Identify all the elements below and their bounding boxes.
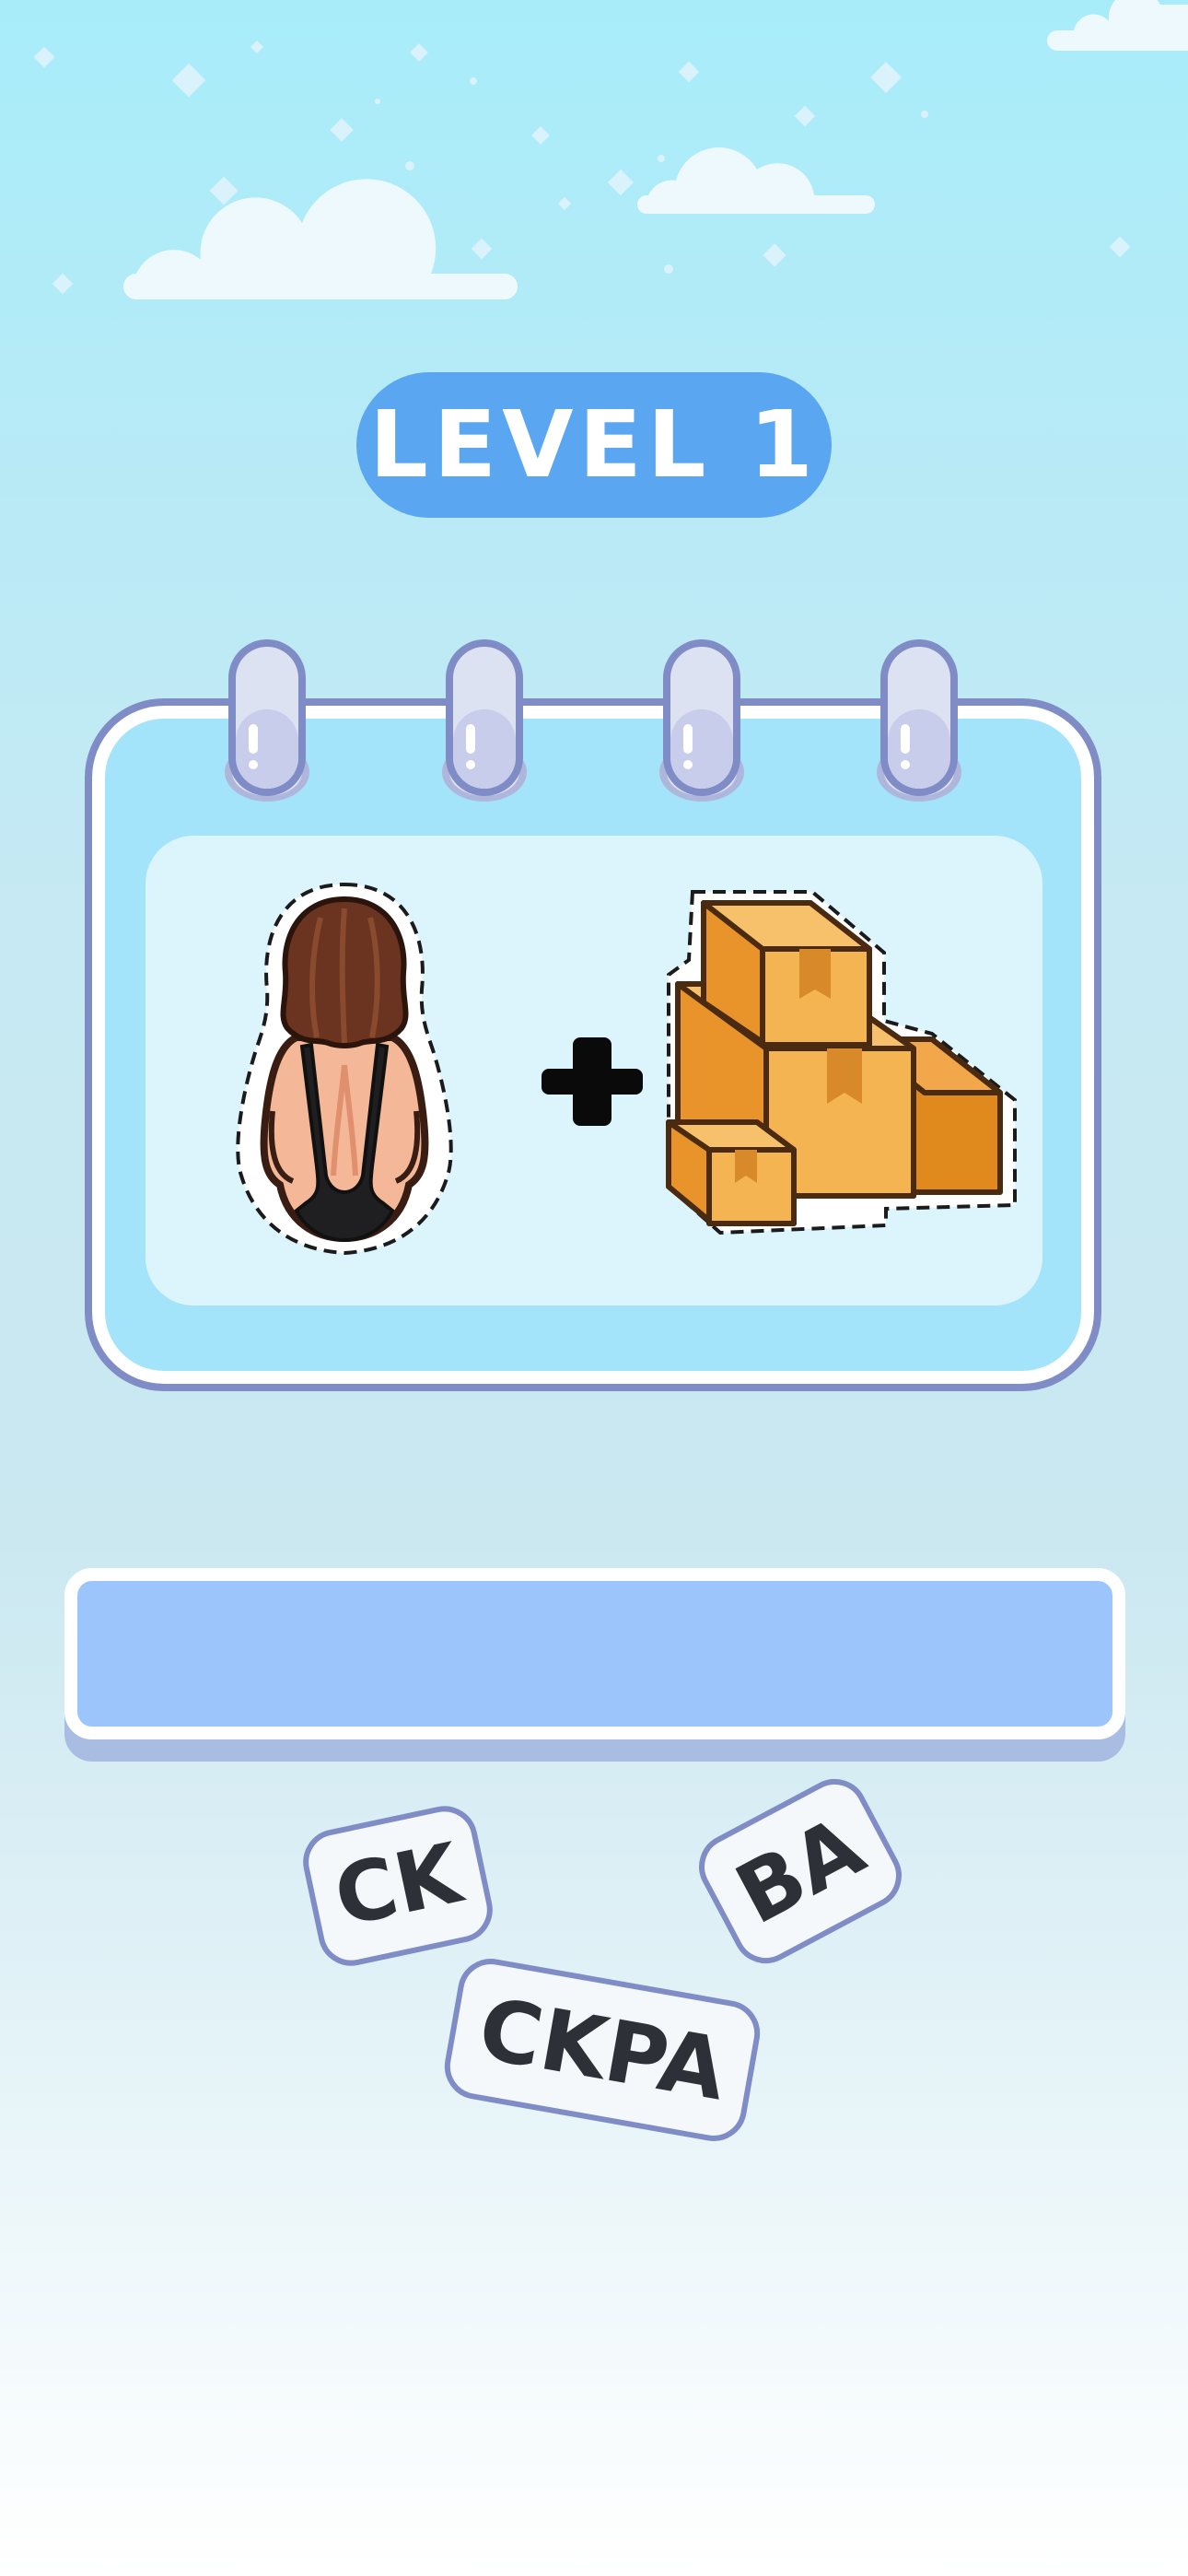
cardboard-boxes-icon [666,890,1017,1235]
plus-icon [542,1037,643,1126]
letter-tile-ba[interactable]: BA [687,1767,914,1975]
sky-decorations [33,0,1188,299]
binder-ring-icon [877,639,961,802]
letter-tile-label: CKPA [472,1979,733,2120]
letter-tile-ckpa[interactable]: CKPA [439,1953,765,2147]
binder-ring-icon [442,639,527,802]
binder-ring-icon [659,639,744,802]
letter-tile-ck[interactable]: CK [297,1799,499,1973]
binder-ring-icon [225,639,309,802]
level-badge: LEVEL 1 [356,372,832,518]
level-label: LEVEL 1 [369,391,819,498]
woman-back-icon [236,882,453,1256]
letter-tile-label: BA [721,1797,879,1944]
answer-input[interactable] [64,1568,1125,1739]
letter-tile-label: CK [326,1825,470,1946]
